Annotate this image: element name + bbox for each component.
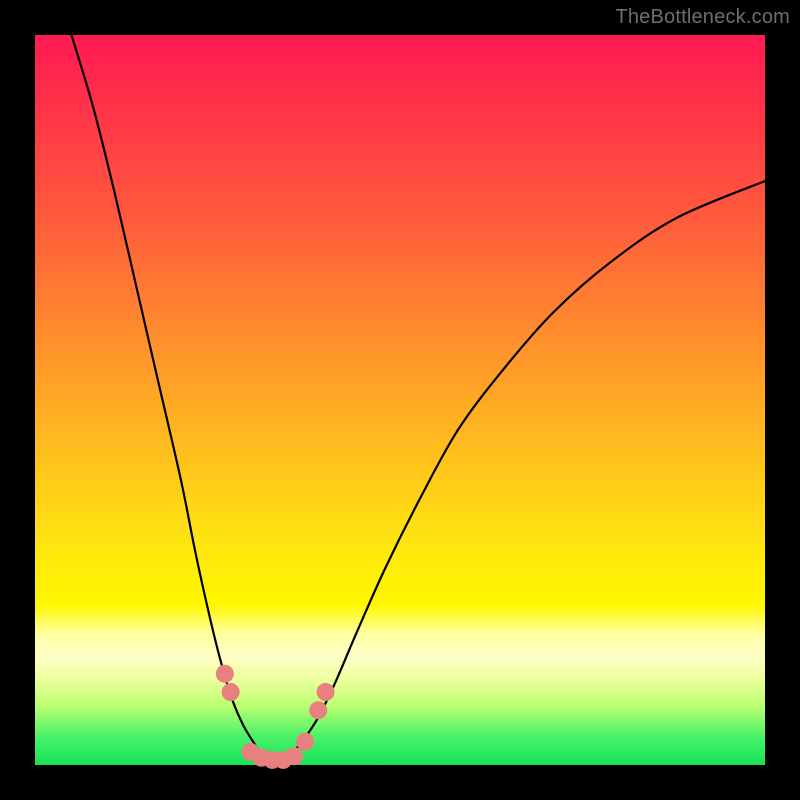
right-curve — [283, 181, 765, 761]
marker-dot — [309, 701, 327, 719]
markers-group — [216, 665, 335, 769]
chart-frame: TheBottleneck.com — [0, 0, 800, 800]
marker-dot — [296, 733, 314, 751]
curves-svg — [35, 35, 765, 765]
marker-dot — [216, 665, 234, 683]
marker-dot — [317, 683, 335, 701]
marker-dot — [222, 683, 240, 701]
plot-area — [35, 35, 765, 765]
watermark-text: TheBottleneck.com — [615, 6, 790, 29]
marker-dot — [285, 747, 303, 765]
left-curve — [72, 35, 269, 761]
